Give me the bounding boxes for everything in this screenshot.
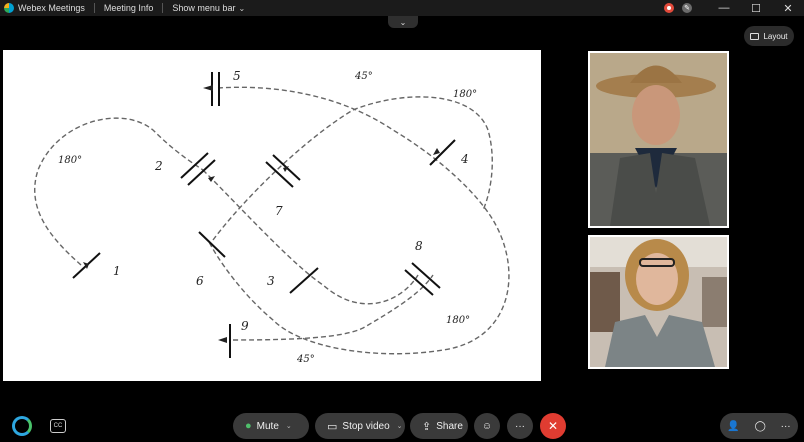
shared-diagram: 1 2 3 4 5 6 7 8 9 180° 45° 180° 180° 45° bbox=[34, 69, 510, 365]
station-label-6: 6 bbox=[196, 274, 204, 288]
microphone-icon: ● bbox=[245, 420, 252, 432]
station-label-7: 7 bbox=[275, 204, 283, 218]
chevron-down-icon: ⌄ bbox=[399, 17, 407, 27]
recording-icon[interactable] bbox=[664, 3, 674, 13]
station-label-2: 2 bbox=[154, 159, 163, 173]
angle-label: 180° bbox=[446, 315, 470, 326]
show-menu-bar-label: Show menu bar bbox=[172, 3, 236, 13]
mute-label: Mute bbox=[256, 420, 279, 432]
participant-2-image bbox=[590, 237, 727, 367]
mute-button[interactable]: ● Mute ⌄ bbox=[233, 413, 309, 439]
participant-video-1[interactable] bbox=[588, 51, 729, 228]
share-button[interactable]: ⇪ Share bbox=[410, 413, 468, 439]
closed-captions-button[interactable]: CC bbox=[50, 419, 66, 433]
app-title: Webex Meetings bbox=[18, 3, 85, 13]
leave-meeting-button[interactable]: ✕ bbox=[540, 413, 566, 439]
layout-button[interactable]: Layout bbox=[744, 26, 794, 46]
shared-screen: 1 2 3 4 5 6 7 8 9 180° 45° 180° 180° 45° bbox=[3, 50, 541, 381]
angle-label: 45° bbox=[354, 71, 373, 82]
participants-icon[interactable]: 👤 bbox=[727, 421, 739, 432]
close-button[interactable]: ✕ bbox=[772, 2, 804, 15]
panel-buttons: 👤 ◯ ··· bbox=[720, 413, 798, 439]
chevron-down-icon: ⌄ bbox=[238, 4, 246, 13]
meeting-controls: CC ● Mute ⌄ ▭ Stop video ⌄ ⇪ Share ☺ ···… bbox=[0, 410, 804, 442]
station-label-5: 5 bbox=[233, 69, 241, 83]
more-options-button[interactable]: ··· bbox=[507, 413, 533, 439]
video-camera-icon: ▭ bbox=[327, 420, 338, 433]
layout-icon bbox=[750, 32, 760, 40]
webex-assistant-icon[interactable] bbox=[12, 416, 32, 436]
divider bbox=[162, 3, 164, 13]
meeting-info-button[interactable]: Meeting Info bbox=[104, 3, 154, 13]
more-panels-icon[interactable]: ··· bbox=[781, 421, 791, 432]
angle-label: 180° bbox=[453, 89, 477, 100]
show-menu-bar-button[interactable]: Show menu bar ⌄ bbox=[172, 3, 245, 13]
station-label-4: 4 bbox=[460, 152, 469, 166]
share-label: Share bbox=[436, 420, 463, 432]
title-bar: Webex Meetings Meeting Info Show menu ba… bbox=[0, 0, 804, 16]
webex-logo-icon bbox=[4, 3, 14, 13]
smiley-icon: ☺ bbox=[481, 420, 493, 432]
layout-label: Layout bbox=[763, 31, 788, 41]
participant-1-image bbox=[590, 53, 727, 226]
collapse-toolbar-button[interactable]: ⌄ bbox=[388, 16, 418, 28]
station-label-8: 8 bbox=[415, 239, 423, 253]
effects-icon[interactable]: ✎ bbox=[682, 3, 692, 13]
station-label-9: 9 bbox=[241, 319, 249, 333]
stop-video-button[interactable]: ▭ Stop video ⌄ bbox=[315, 413, 405, 439]
station-label-1: 1 bbox=[113, 264, 121, 278]
chat-icon[interactable]: ◯ bbox=[755, 421, 766, 432]
reactions-button[interactable]: ☺ bbox=[474, 413, 500, 439]
chevron-down-icon[interactable]: ⌄ bbox=[286, 422, 292, 430]
divider bbox=[93, 3, 95, 13]
share-icon: ⇪ bbox=[422, 420, 432, 433]
station-label-3: 3 bbox=[267, 274, 275, 288]
angle-label: 45° bbox=[296, 354, 315, 365]
angle-label: 180° bbox=[58, 155, 82, 166]
stop-video-label: Stop video bbox=[342, 420, 390, 432]
maximize-button[interactable]: ☐ bbox=[740, 2, 772, 15]
participant-video-2[interactable] bbox=[588, 235, 729, 369]
minimize-button[interactable]: — bbox=[708, 2, 740, 14]
chevron-down-icon[interactable]: ⌄ bbox=[397, 422, 403, 430]
